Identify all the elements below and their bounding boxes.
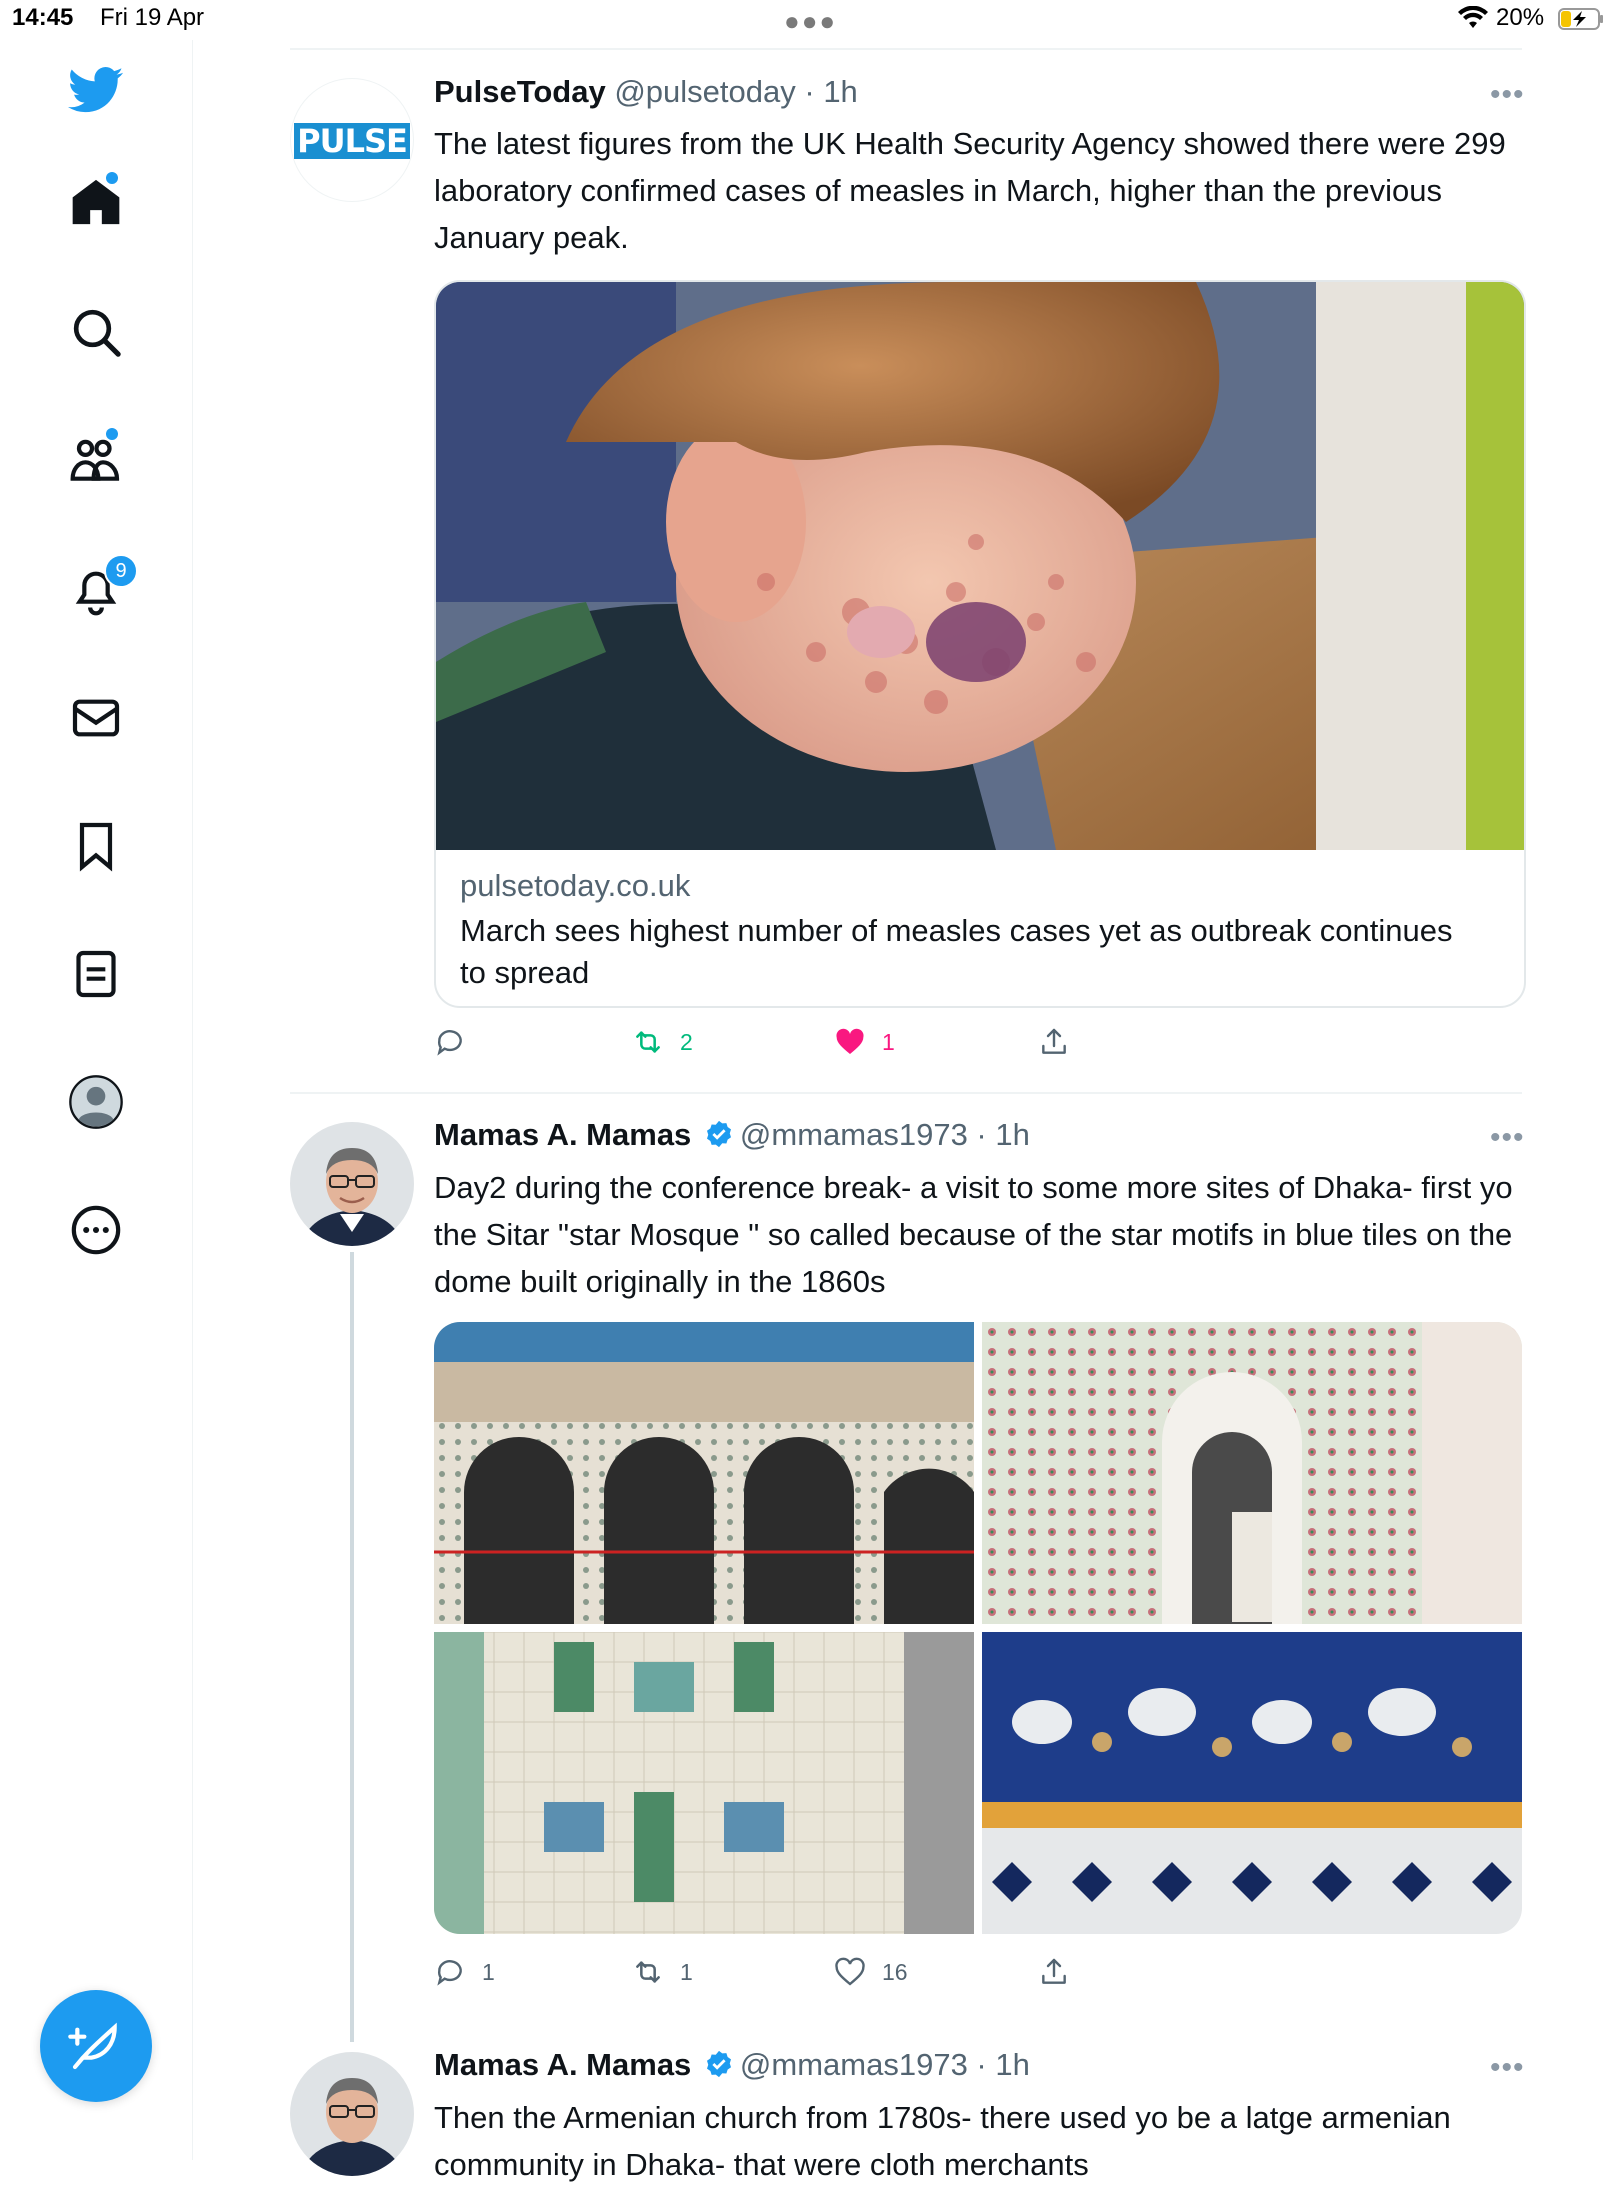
tweet-time[interactable]: 1h (995, 1117, 1029, 1152)
more-circle-icon (71, 1205, 121, 1255)
like-count: 1 (882, 1028, 895, 1055)
sidebar-item-lists[interactable] (68, 946, 124, 1002)
compose-tweet-button[interactable] (40, 1990, 152, 2102)
pulse-logo: PULSE (294, 123, 410, 159)
tweet-text: Then the Armenian church from 1780s- the… (434, 2100, 1451, 2182)
sidebar-item-communities[interactable] (68, 432, 124, 488)
author-name[interactable]: Mamas A. Mamas (434, 2047, 691, 2082)
media-grid (434, 1322, 1522, 1934)
twitter-logo-icon[interactable] (68, 62, 124, 118)
reply-count: 1 (482, 1958, 495, 1985)
tweet-more-icon[interactable]: ••• (1490, 1121, 1525, 1155)
retweet-icon (636, 1961, 660, 1983)
profile-avatar-icon (69, 1075, 123, 1129)
status-bar: 14:45 Fri 19 Apr ●●● 20% (0, 0, 1620, 40)
separator-dot: · (967, 2047, 996, 2082)
like-count: 16 (882, 1958, 908, 1985)
lists-icon (76, 950, 116, 998)
notifications-count-badge: 9 (104, 554, 138, 588)
author-handle[interactable]: @pulsetoday (614, 74, 795, 109)
retweet-icon (636, 1031, 660, 1053)
home-unread-dot (106, 172, 118, 184)
reply-icon (437, 1030, 462, 1056)
tweet-more-icon[interactable]: ••• (1490, 78, 1525, 112)
compose-feather-icon (68, 2022, 117, 2070)
tweet-header: Mamas A. Mamas @mmamas1973 · 1h (434, 2047, 1030, 2083)
retweet-count: 2 (680, 1028, 693, 1055)
communities-unread-dot (106, 428, 118, 440)
tweet-actions: 2 1 (434, 1022, 1534, 1062)
battery-charging-icon (1558, 8, 1603, 30)
bookmark-icon (79, 822, 113, 872)
share-icon (1042, 1958, 1066, 1984)
sidebar-item-more[interactable] (68, 1202, 124, 1258)
media-photo-mosaic-frieze[interactable] (982, 1632, 1522, 1934)
media-photo-mosque-doorway[interactable] (982, 1322, 1522, 1624)
card-title: March sees highest number of measles cas… (460, 913, 1453, 990)
heart-outline-icon (835, 1957, 865, 1986)
tweet-more-icon[interactable]: ••• (1490, 2051, 1525, 2085)
tweet-header: PulseToday @pulsetoday · 1h (434, 74, 858, 110)
like-button[interactable]: 1 (834, 1022, 895, 1062)
avatar[interactable] (290, 2052, 414, 2176)
retweet-button[interactable]: 1 (632, 1952, 693, 1992)
tweet-time[interactable]: 1h (995, 2047, 1029, 2082)
avatar[interactable] (290, 1122, 414, 1246)
wifi-icon (1458, 6, 1488, 28)
share-icon (1042, 1028, 1066, 1054)
sidebar-item-messages[interactable] (68, 690, 124, 746)
card-domain: pulsetoday.co.uk (460, 868, 691, 903)
sidebar-item-bookmarks[interactable] (68, 818, 124, 874)
verified-badge-icon (706, 2050, 731, 2078)
status-date: Fri 19 Apr (100, 4, 205, 31)
status-time: 14:45 (12, 4, 74, 31)
timeline-divider (290, 48, 1522, 50)
sidebar-nav: 9 (0, 40, 193, 2160)
author-handle[interactable]: @mmamas1973 (740, 2047, 968, 2082)
separator-dot: · (967, 1117, 996, 1152)
sidebar-item-search[interactable] (68, 304, 124, 360)
sidebar-item-profile[interactable] (68, 1074, 124, 1130)
more-dots-icon[interactable]: ●●● (784, 6, 837, 37)
tweet-text: The latest figures from the UK Health Se… (434, 126, 1506, 255)
messages-envelope-icon (72, 699, 120, 737)
media-photo-tile-wall[interactable] (434, 1632, 974, 1934)
author-handle[interactable]: @mmamas1973 (740, 1117, 968, 1152)
share-button[interactable] (1038, 1952, 1086, 1992)
like-button[interactable]: 16 (834, 1952, 908, 1992)
tweet-time[interactable]: 1h (823, 74, 857, 109)
reply-icon (437, 1960, 462, 1986)
thread-connector (350, 1252, 354, 2042)
timeline-divider (290, 1092, 1522, 1094)
media-photo-mosque-arches[interactable] (434, 1322, 974, 1624)
retweet-button[interactable]: 2 (632, 1022, 693, 1062)
search-icon (73, 309, 121, 357)
retweet-count: 1 (680, 1958, 693, 1985)
communities-icon (70, 439, 120, 481)
tweet-header: Mamas A. Mamas @mmamas1973 · 1h (434, 1117, 1030, 1153)
reply-button[interactable]: 1 (434, 1952, 495, 1992)
author-name[interactable]: Mamas A. Mamas (434, 1117, 691, 1152)
card-image-child-measles-rash (436, 282, 1524, 850)
link-card[interactable]: pulsetoday.co.uk March sees highest numb… (434, 280, 1526, 1008)
separator-dot: · (795, 74, 824, 109)
author-name[interactable]: PulseToday (434, 74, 606, 109)
tweet-actions: 1 1 16 (434, 1952, 1534, 1992)
reply-button[interactable] (434, 1022, 482, 1062)
verified-badge-icon (706, 1120, 731, 1148)
battery-percent: 20% (1496, 4, 1545, 31)
share-button[interactable] (1038, 1022, 1086, 1062)
tweet-text: Day2 during the conference break- a visi… (434, 1170, 1513, 1299)
avatar[interactable]: PULSE (290, 78, 414, 202)
heart-filled-icon (836, 1028, 864, 1054)
